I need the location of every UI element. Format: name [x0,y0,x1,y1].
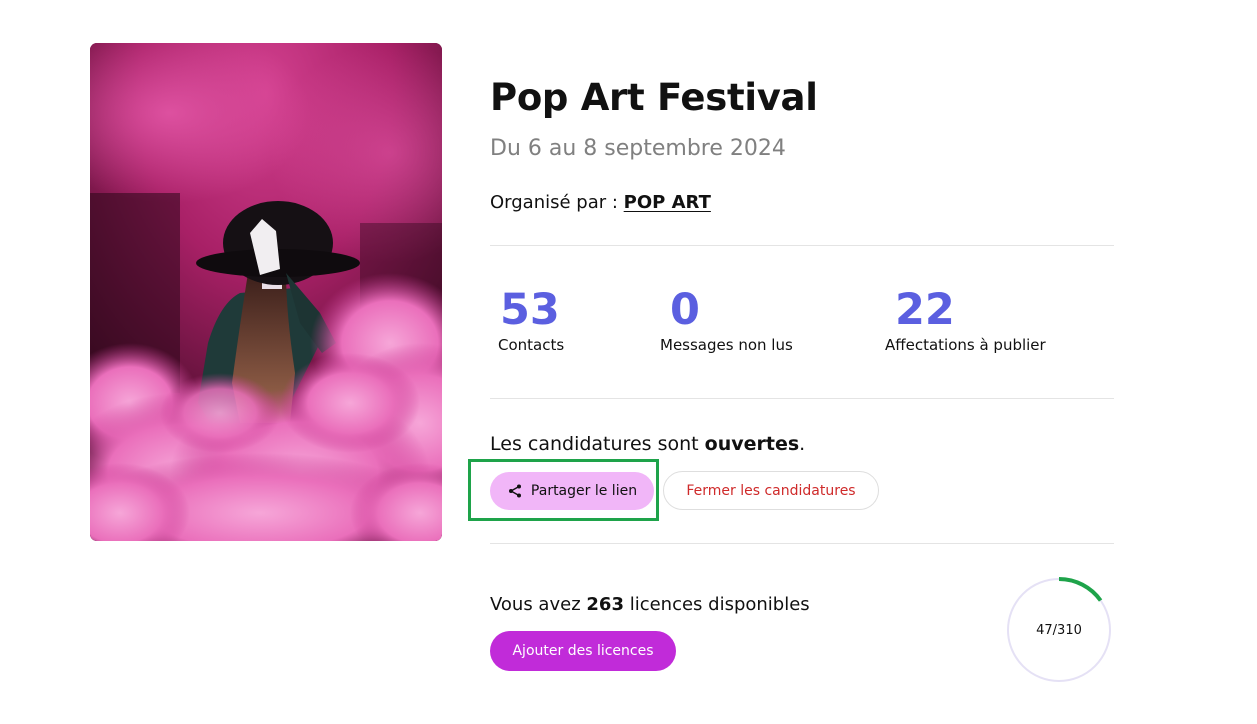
divider [490,245,1114,246]
stat-assignments[interactable]: 22 Affectations à publier [885,284,1046,354]
applications-status: Les candidatures sont ouvertes. [490,433,805,455]
licences-available-count: 263 [586,594,624,615]
stat-contacts[interactable]: 53 Contacts [490,284,564,354]
divider [490,398,1114,399]
licences-available-text: Vous avez 263 licences disponibles [490,594,810,615]
event-cover-image [90,43,442,541]
applications-status-value: ouvertes [704,433,800,455]
event-title: Pop Art Festival [490,76,818,119]
share-icon [508,484,521,498]
stat-unread-messages-label: Messages non lus [660,336,793,354]
licences-gauge-label: 47/310 [1036,622,1082,638]
applications-status-prefix: Les candidatures sont [490,433,699,455]
event-organizer: Organisé par : POP ART [490,192,711,213]
stat-unread-messages-value: 0 [670,285,700,335]
share-link-label: Partager le lien [530,483,638,499]
stat-contacts-label: Contacts [498,336,565,354]
divider [490,543,1114,544]
share-link-button[interactable]: Partager le lien [490,472,654,510]
event-dates: Du 6 au 8 septembre 2024 [490,136,786,161]
organizer-link[interactable]: POP ART [624,192,711,213]
applications-status-suffix: . [799,433,806,455]
event-cover-photo [90,43,442,541]
stat-unread-messages[interactable]: 0 Messages non lus [660,284,793,354]
licences-text-prefix: Vous avez [490,594,581,615]
event-page: Pop Art Festival Du 6 au 8 septembre 202… [0,0,1257,724]
add-licences-button[interactable]: Ajouter des licences [490,631,676,671]
stat-contacts-value: 53 [500,285,560,335]
stat-assignments-label: Affectations à publier [885,336,1046,354]
licences-usage-gauge: 47/310 [1006,577,1112,683]
licences-text-suffix: licences disponibles [629,594,810,615]
close-applications-button[interactable]: Fermer les candidatures [663,471,879,510]
organizer-prefix: Organisé par : [490,192,618,213]
stat-assignments-value: 22 [895,285,955,335]
